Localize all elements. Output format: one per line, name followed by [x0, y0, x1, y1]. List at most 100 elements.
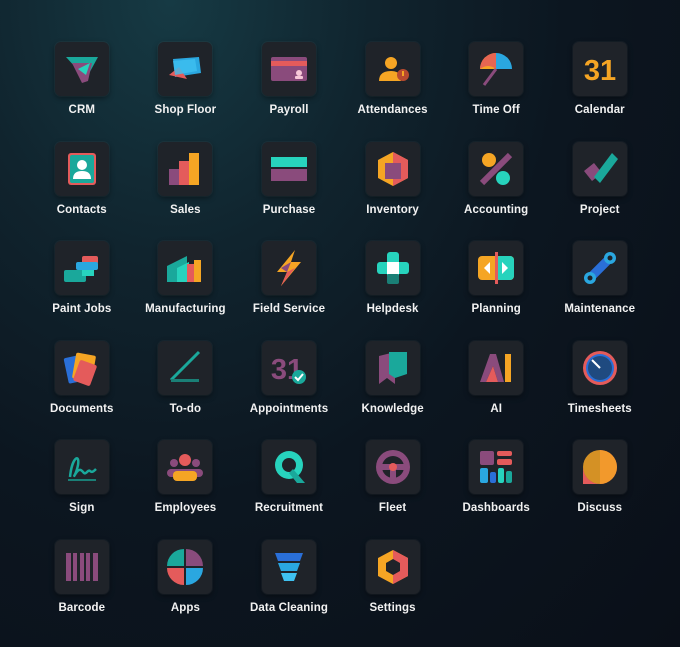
recruitment-icon [261, 440, 316, 495]
app-knowledge[interactable]: Knowledge [341, 340, 445, 441]
app-sign[interactable]: Sign [30, 440, 134, 540]
app-label: AI [490, 402, 503, 415]
app-appointments[interactable]: 31 Appointments [237, 340, 341, 441]
app-label: Recruitment [254, 502, 324, 515]
app-label: Payroll [269, 104, 309, 116]
app-maintenance[interactable]: Maintenance [548, 241, 652, 341]
employees-icon [158, 440, 213, 495]
app-fleet[interactable]: Fleet [341, 440, 445, 540]
app-employees[interactable]: Employees [134, 440, 238, 540]
app-data-cleaning[interactable]: Data Cleaning [237, 539, 341, 640]
app-label: Barcode [58, 601, 106, 614]
app-discuss[interactable]: Discuss [548, 440, 652, 540]
app-timesheets[interactable]: Timesheets [548, 340, 652, 441]
barcode-icon [54, 539, 109, 594]
app-label: Knowledge [361, 402, 424, 415]
app-label: Apps [170, 601, 200, 614]
crm-icon [54, 42, 109, 96]
app-label: Documents [50, 402, 114, 415]
app-label: Inventory [366, 203, 419, 216]
ai-icon [469, 340, 524, 395]
app-label: Project [579, 203, 620, 216]
apps-icon [158, 539, 213, 594]
app-project[interactable]: Project [548, 141, 652, 242]
project-icon [572, 141, 627, 196]
app-label: Accounting [464, 203, 529, 216]
timesheets-icon [572, 340, 627, 395]
app-barcode[interactable]: Barcode [30, 539, 134, 640]
app-grid: CRM Shop Floor Payroll Attendances Time … [30, 42, 652, 640]
app-label: Appointments [249, 402, 329, 415]
app-apps[interactable]: Apps [134, 539, 238, 640]
helpdesk-icon [365, 241, 420, 296]
app-manufacturing[interactable]: Manufacturing [134, 241, 238, 341]
appointments-icon: 31 [261, 340, 316, 395]
app-time-off[interactable]: Time Off [444, 42, 548, 142]
app-label: Time Off [472, 104, 520, 116]
app-crm[interactable]: CRM [30, 42, 134, 142]
app-label: Sales [170, 203, 201, 216]
accounting-icon [469, 141, 524, 196]
planning-icon [469, 241, 524, 296]
calendar-glyph: 31 [584, 55, 616, 87]
app-dashboards[interactable]: Dashboards [444, 440, 548, 540]
field-service-icon [261, 241, 316, 296]
app-label: Fleet [378, 502, 407, 515]
app-helpdesk[interactable]: Helpdesk [341, 241, 445, 341]
app-recruitment[interactable]: Recruitment [237, 440, 341, 540]
data-cleaning-icon [261, 539, 316, 594]
app-label: Paint Jobs [52, 303, 112, 316]
app-label: Discuss [577, 502, 623, 515]
maintenance-icon [572, 241, 627, 296]
app-label: Maintenance [564, 303, 636, 316]
app-paint-jobs[interactable]: Paint Jobs [30, 241, 134, 341]
sales-icon [158, 141, 213, 196]
sign-icon [54, 440, 109, 495]
app-ai[interactable]: AI [444, 340, 548, 441]
time-off-icon [469, 42, 524, 96]
app-label: Settings [369, 601, 416, 614]
app-to-do[interactable]: To-do [134, 340, 238, 441]
app-inventory[interactable]: Inventory [341, 141, 445, 242]
paint-jobs-icon [54, 241, 109, 296]
app-field-service[interactable]: Field Service [237, 241, 341, 341]
app-label: Shop Floor [154, 104, 217, 116]
fleet-icon [365, 440, 420, 495]
dashboards-icon [469, 440, 524, 495]
app-label: Timesheets [567, 402, 632, 415]
knowledge-icon [365, 340, 420, 395]
purchase-icon [261, 141, 316, 196]
contacts-icon [54, 141, 109, 196]
app-label: Calendar [574, 104, 625, 116]
app-label: Dashboards [462, 502, 530, 515]
attendances-icon [365, 42, 420, 96]
inventory-icon [365, 141, 420, 196]
app-label: Field Service [252, 303, 326, 316]
app-label: Data Cleaning [249, 601, 328, 614]
app-label: Employees [154, 502, 217, 515]
app-accounting[interactable]: Accounting [444, 141, 548, 242]
app-purchase[interactable]: Purchase [237, 141, 341, 242]
app-label: To-do [169, 402, 202, 415]
calendar-icon: 31 [572, 42, 627, 96]
app-payroll[interactable]: Payroll [237, 42, 341, 142]
app-planning[interactable]: Planning [444, 241, 548, 341]
app-contacts[interactable]: Contacts [30, 141, 134, 242]
app-attendances[interactable]: Attendances [341, 42, 445, 142]
app-documents[interactable]: Documents [30, 340, 134, 441]
app-calendar[interactable]: 31 Calendar [548, 42, 652, 142]
app-label: Purchase [262, 203, 316, 216]
app-label: Sign [69, 502, 95, 515]
app-sales[interactable]: Sales [134, 141, 238, 242]
app-label: Contacts [56, 203, 107, 216]
app-shop-floor[interactable]: Shop Floor [134, 42, 238, 142]
discuss-icon [572, 440, 627, 495]
manufacturing-icon [158, 241, 213, 296]
app-label: CRM [68, 104, 96, 116]
app-label: Manufacturing [145, 303, 226, 316]
settings-icon [365, 539, 420, 594]
shop-floor-icon [158, 42, 213, 96]
app-label: Helpdesk [366, 303, 419, 316]
app-settings[interactable]: Settings [341, 539, 445, 640]
app-label: Attendances [357, 104, 428, 116]
